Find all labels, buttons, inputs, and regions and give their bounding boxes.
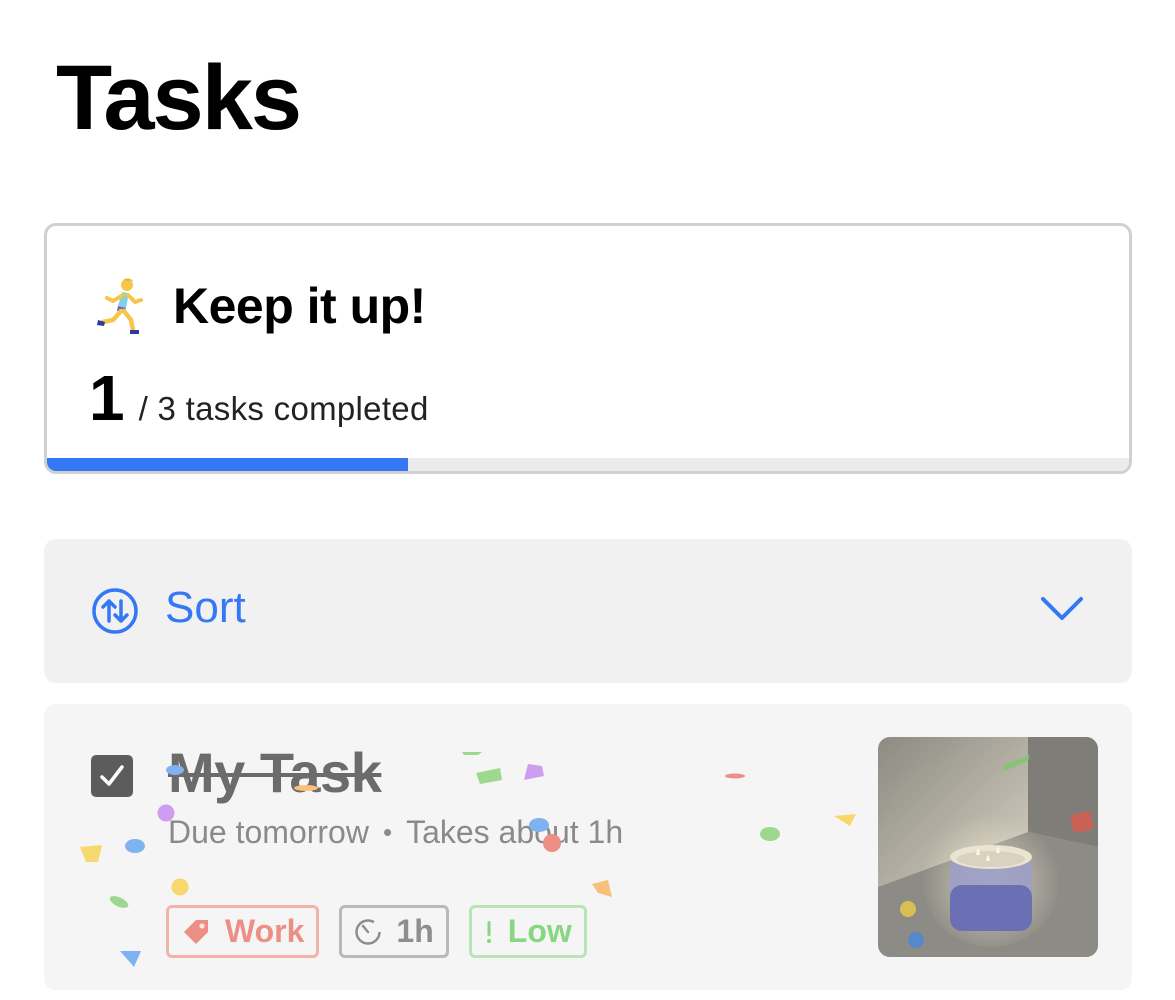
sort-button[interactable]: Sort <box>44 539 1132 683</box>
page-title: Tasks <box>56 47 302 149</box>
completed-count: 1 <box>89 362 125 434</box>
sort-label: Sort <box>165 583 246 632</box>
task-tags: Work 1h Low <box>166 905 587 958</box>
progress-card: Keep it up! 1 / 3 tasks completed <box>44 223 1132 474</box>
chevron-down-icon[interactable] <box>1040 595 1084 623</box>
task-title: My Task <box>168 741 382 804</box>
tag-duration[interactable]: 1h <box>339 905 449 958</box>
task-due: Due tomorrow <box>168 814 369 850</box>
tag-priority[interactable]: Low <box>468 905 587 958</box>
exclamation-icon <box>486 920 491 943</box>
timer-icon <box>355 918 382 945</box>
task-card[interactable]: My Task Due tomorrow • Takes about 1h Wo… <box>44 704 1132 990</box>
task-thumbnail[interactable] <box>878 737 1098 957</box>
woman-running-icon <box>97 278 143 334</box>
sort-arrows-icon <box>92 588 138 634</box>
task-duration: Takes about 1h <box>406 814 624 850</box>
progress-heading: Keep it up! <box>93 276 426 336</box>
tag-work-label: Work <box>225 913 305 949</box>
completed-summary: / 3 tasks completed <box>138 390 429 427</box>
tag-work[interactable]: Work <box>166 905 320 958</box>
progress-count: 1 / 3 tasks completed <box>89 361 429 435</box>
meta-separator: • <box>382 817 393 847</box>
tag-icon <box>184 919 208 944</box>
progress-bar <box>47 458 1129 471</box>
candle-photo <box>878 737 1098 957</box>
progress-bar-fill <box>47 458 408 471</box>
tag-duration-label: 1h <box>396 913 434 949</box>
tag-priority-label: Low <box>507 913 572 949</box>
checkmark-icon <box>100 765 124 786</box>
progress-title: Keep it up! <box>173 278 426 334</box>
task-meta: Due tomorrow • Takes about 1h <box>168 814 623 851</box>
task-checkbox[interactable] <box>91 755 133 797</box>
tasks-page: Tasks Keep it up! 1 / 3 tasks completed <box>0 0 1175 1000</box>
